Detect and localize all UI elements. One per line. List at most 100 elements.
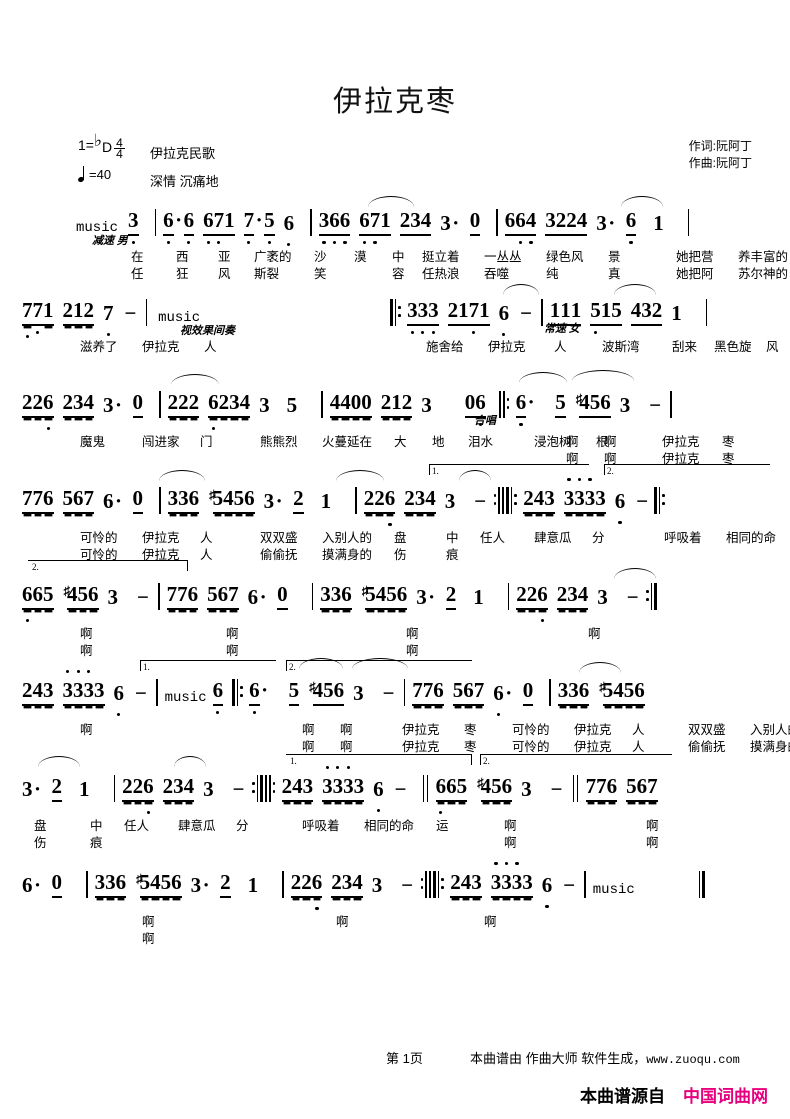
note: 7 [422, 678, 434, 706]
note: 3 [421, 393, 432, 417]
key-prefix: 1= [78, 137, 94, 153]
note-group: ♯5456 [135, 870, 182, 898]
note-group: 1 [653, 211, 664, 236]
note: 3 [103, 393, 114, 417]
note: 1 [671, 301, 682, 325]
expression-label: 深情 沉痛地 [150, 174, 219, 189]
note-group: 3 [597, 585, 608, 610]
note: 6 [32, 582, 43, 610]
note: 2 [293, 486, 304, 514]
note-group: 1 [321, 489, 332, 514]
note: 3 [557, 678, 569, 706]
note: 2 [399, 208, 411, 236]
sustain-dash: − [232, 777, 245, 801]
lyrics-row-1: 在西亚 广袤的沙漠中 挺立着 一丛丛 绿色风景 她把营 养丰富的 [131, 250, 789, 264]
note-group: 226 [290, 870, 323, 910]
note: 2 [62, 390, 73, 418]
note-group: 226 [516, 582, 548, 622]
time-denominator: 4 [116, 147, 123, 161]
note: 3 [94, 870, 106, 898]
note-group: 234 [331, 870, 363, 898]
double-barline [572, 775, 579, 802]
note: 2 [62, 298, 73, 326]
note: 6 [244, 486, 255, 514]
rest: 0 [350, 390, 362, 418]
music-line-8: 6· 0 336 ♯5456 3· 2 1 226 234 3 − 243 33… [14, 862, 776, 958]
note: 1 [458, 298, 469, 326]
note: 1 [473, 585, 484, 609]
note: 2 [374, 486, 385, 514]
note: 3 [259, 393, 270, 417]
music-line-6: 243 3333 6 − music 6 6· 5 ♯456 3 − 776 5… [14, 658, 790, 766]
note: 6 [614, 489, 626, 524]
quarter-note-icon [78, 166, 87, 183]
note: 1 [43, 298, 54, 326]
note-group: 3· [264, 489, 285, 514]
note-group: 6 [542, 873, 552, 908]
note: 6 [203, 208, 214, 244]
note: 2 [555, 208, 567, 236]
note: 2 [404, 486, 415, 514]
volta-bracket-1: 1. [140, 660, 276, 672]
augmentation-dot: · [505, 681, 513, 705]
note: 2 [220, 870, 231, 898]
volta-label: 1. [290, 756, 297, 766]
barline [86, 871, 88, 898]
note: 7 [468, 298, 480, 334]
note: 3 [522, 870, 533, 898]
source-credit: 本曲谱源自 中国词曲网 [580, 1082, 768, 1107]
note: 3 [563, 478, 575, 514]
note: 5 [456, 774, 468, 802]
note-group: 7·5 [243, 208, 275, 244]
note: 6 [515, 208, 526, 244]
note: 5 [589, 390, 601, 418]
score-header: 1= ♭ D 4 4 =40 伊拉克民歌 深情 沉痛地 作词:阮阿丁 作曲:阮阿… [0, 132, 790, 198]
note-group: 776 [166, 582, 199, 610]
note: 3 [574, 478, 585, 514]
note-group: 243 [281, 774, 314, 802]
note-group: 2 [51, 774, 62, 802]
note: 6 [103, 489, 114, 513]
key-letter: D [102, 139, 113, 155]
note: 3 [203, 777, 214, 801]
note-group: 3333 [490, 862, 533, 898]
volta-bracket-2: 2. [286, 660, 472, 672]
note-group: 5 [555, 390, 566, 418]
music-line-2: 771 212 7 − music 333 2171 6 − 111 515 4… [14, 284, 779, 382]
augmentation-dot: · [175, 208, 183, 232]
barline [584, 871, 586, 898]
genre-label: 伊拉克民歌 [150, 146, 216, 161]
note-group: 234 [62, 390, 94, 418]
note: 3 [43, 678, 54, 706]
note: 3 [107, 585, 119, 609]
lyrics-row-2: 可怜的 伊拉克人 偷偷抚 摸满身的伤痕 [80, 548, 459, 562]
note-group: 3333 [563, 478, 606, 514]
repeat-start-icon [654, 487, 665, 514]
note: 2 [331, 870, 342, 898]
note-group: 3 [203, 777, 214, 802]
note-group: 6· [248, 585, 269, 610]
note-group: 6· [103, 489, 124, 514]
note: 3 [73, 390, 84, 418]
note-group: 0 [132, 390, 143, 418]
note: 2 [290, 870, 302, 898]
note-group: 234 [162, 774, 195, 802]
note: 3 [471, 870, 482, 898]
note-group: 234 [399, 208, 432, 236]
lyricist-label: 作词:阮阿丁 [688, 139, 752, 153]
note: 3 [83, 670, 94, 706]
note-group: ♯456 [63, 582, 99, 610]
note: 4 [525, 208, 537, 244]
augmentation-dot: · [275, 489, 283, 513]
note: 7 [83, 486, 94, 514]
volta-label: 2. [32, 562, 39, 572]
note-group: ♯456 [308, 678, 345, 706]
note: 3 [521, 777, 532, 801]
note-group: 6· [22, 873, 43, 898]
sustain-dash: − [520, 301, 533, 325]
rest: 0 [51, 870, 62, 898]
augmentation-dot: · [114, 393, 122, 417]
note-group: 567 [626, 774, 658, 802]
note: 1 [73, 298, 84, 326]
source-site-link[interactable]: 中国词曲网 [683, 1087, 768, 1106]
